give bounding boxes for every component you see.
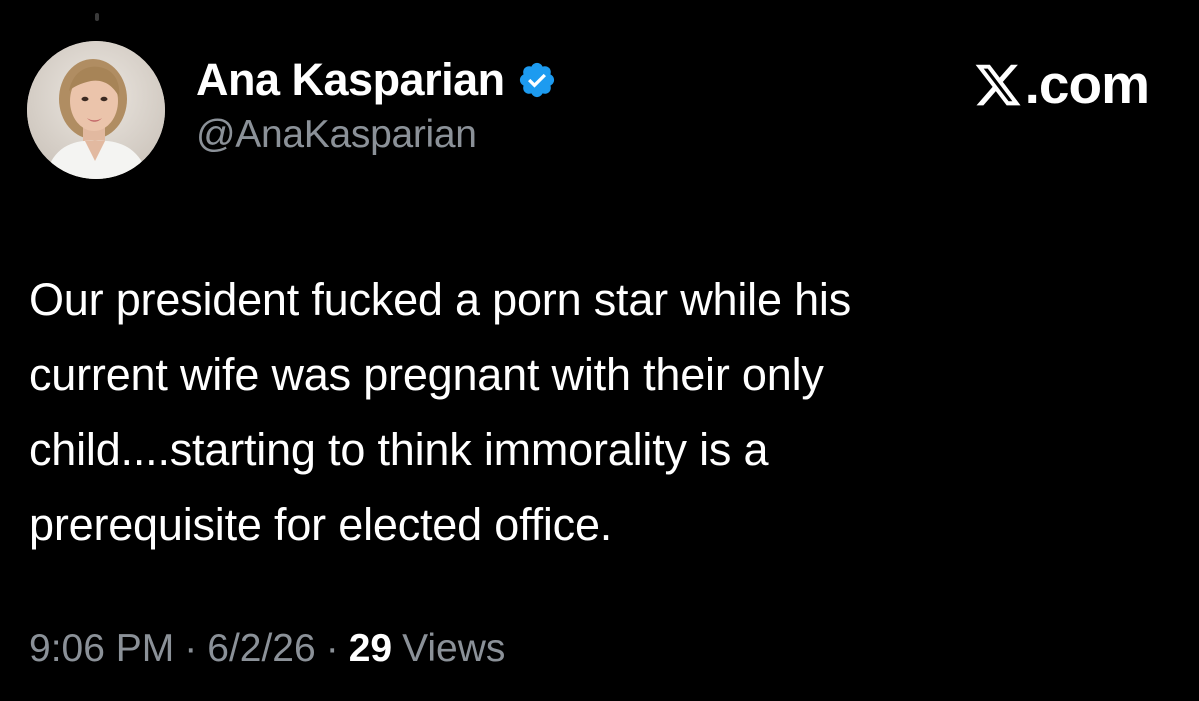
brand-watermark: .com (973, 52, 1150, 116)
tweet-text-line: prerequisite for elected office. (29, 499, 613, 550)
author-block: Ana Kasparian @AnaKasparian (196, 54, 557, 157)
brand-label: .com (1024, 53, 1150, 115)
tweet-date[interactable]: 6/2/26 (207, 627, 315, 671)
tweet-text-line: Our president fucked a porn star while h… (29, 274, 852, 325)
display-name[interactable]: Ana Kasparian (196, 54, 505, 106)
handle[interactable]: @AnaKasparian (196, 113, 557, 157)
verified-badge-icon (517, 60, 557, 100)
tweet-card: Ana Kasparian @AnaKasparian .com Our pre… (0, 0, 1199, 701)
tweet-meta: 9:06 PM · 6/2/26 · 29 Views (29, 627, 505, 671)
tweet-text-line: child....starting to think immorality is… (29, 424, 769, 475)
meta-separator: · (184, 627, 198, 670)
x-logo-icon (973, 59, 1023, 109)
views-label[interactable]: Views (402, 627, 505, 671)
name-row: Ana Kasparian (196, 54, 557, 106)
meta-separator: · (325, 627, 339, 670)
avatar[interactable] (27, 41, 165, 179)
tweet-text-line: current wife was pregnant with their onl… (29, 349, 824, 400)
tweet-time[interactable]: 9:06 PM (29, 627, 174, 671)
tweet-text: Our president fucked a porn star while h… (29, 262, 1149, 562)
views-count[interactable]: 29 (349, 627, 392, 671)
avatar-portrait (27, 41, 165, 179)
top-indicator (95, 13, 99, 21)
